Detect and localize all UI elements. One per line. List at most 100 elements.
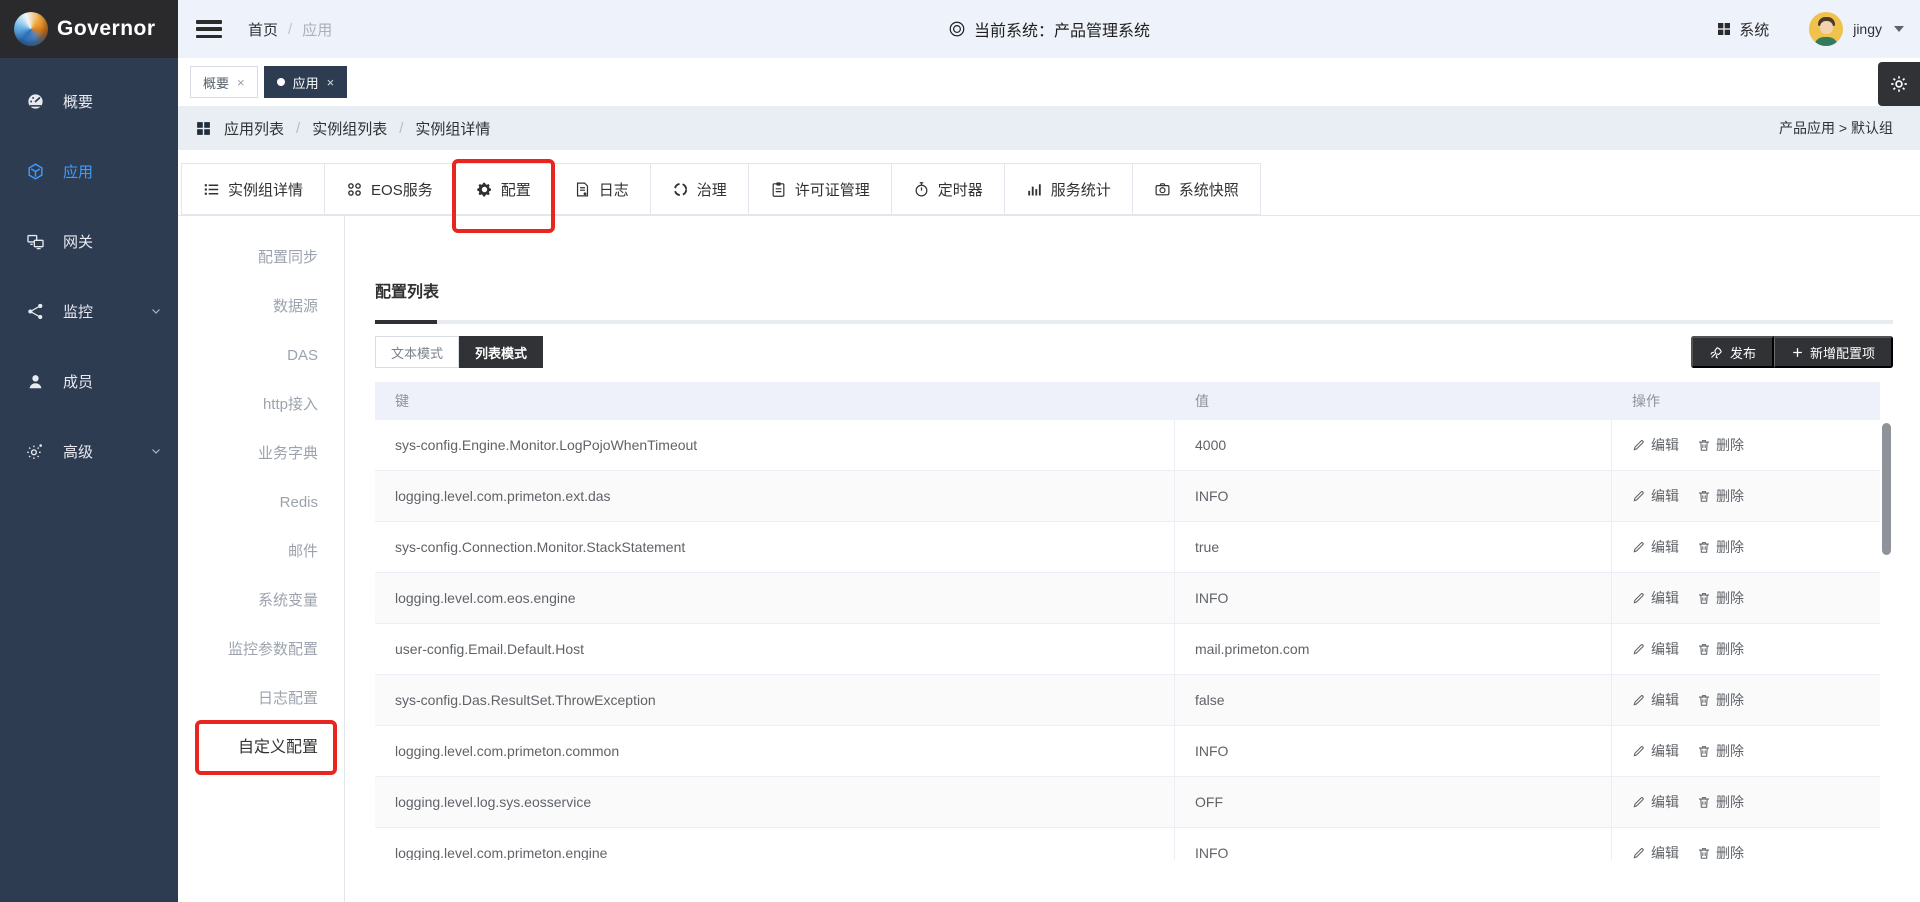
list-mode-button[interactable]: 列表模式 xyxy=(459,336,543,368)
close-icon[interactable]: × xyxy=(237,75,245,90)
table-row: logging.level.log.sys.eosservice OFF 编辑 xyxy=(375,777,1880,828)
delete-button[interactable]: 删除 xyxy=(1697,588,1744,608)
row-actions-cell: 编辑 删除 xyxy=(1612,726,1880,776)
breadcrumb-instance-group-list[interactable]: 实例组列表 xyxy=(312,118,387,139)
tab-logs[interactable]: 日志 xyxy=(553,163,651,215)
delete-button[interactable]: 删除 xyxy=(1697,537,1744,557)
subnav-item-monitor-params[interactable]: 监控参数配置 xyxy=(178,625,344,674)
edit-button[interactable]: 编辑 xyxy=(1632,435,1679,455)
column-header-key: 键 xyxy=(375,391,1175,411)
row-actions-cell: 编辑 删除 xyxy=(1612,828,1880,860)
hamburger-menu-icon[interactable] xyxy=(196,20,222,38)
tab-label: 服务统计 xyxy=(1051,179,1111,200)
config-value-cell: INFO xyxy=(1175,471,1612,521)
trash-icon xyxy=(1697,693,1711,707)
tab-license-management[interactable]: 许可证管理 xyxy=(749,163,892,215)
subnav-item-config-sync[interactable]: 配置同步 xyxy=(178,233,344,282)
config-key-cell: sys-config.Engine.Monitor.LogPojoWhenTim… xyxy=(375,420,1175,470)
sidebar-item-label: 概要 xyxy=(63,91,93,112)
edit-button[interactable]: 编辑 xyxy=(1632,690,1679,710)
tab-instance-group-detail[interactable]: 实例组详情 xyxy=(181,163,325,215)
advanced-gear-icon xyxy=(26,442,45,461)
sidebar-item-monitoring[interactable]: 监控 xyxy=(0,276,178,346)
current-system-indicator: 当前系统：产品管理系统 xyxy=(948,17,1150,41)
tab-chip-label: 概要 xyxy=(203,73,229,92)
config-key-cell: sys-config.Connection.Monitor.StackState… xyxy=(375,522,1175,572)
tab-chip-applications[interactable]: 应用 × xyxy=(264,66,348,98)
delete-button[interactable]: 删除 xyxy=(1697,435,1744,455)
app-logo[interactable]: Governor xyxy=(0,0,178,58)
subnav-item-http-access[interactable]: http接入 xyxy=(178,380,344,429)
eye-target-icon xyxy=(948,20,966,38)
subnav-item-log-config[interactable]: 日志配置 xyxy=(178,674,344,723)
edit-button[interactable]: 编辑 xyxy=(1632,486,1679,506)
tab-label: 治理 xyxy=(697,179,727,200)
top-bar-content: 首页 / 应用 当前系统：产品管理系统 系统 xyxy=(178,0,1920,58)
config-key-cell: logging.level.com.primeton.common xyxy=(375,726,1175,776)
subnav-item-redis[interactable]: Redis xyxy=(178,478,344,527)
sidebar-item-gateway[interactable]: 网关 xyxy=(0,206,178,276)
edit-button[interactable]: 编辑 xyxy=(1632,639,1679,659)
tab-eos-services[interactable]: EOS服务 xyxy=(325,163,455,215)
tab-service-statistics[interactable]: 服务统计 xyxy=(1005,163,1133,215)
system-menu-button[interactable]: 系统 xyxy=(1716,19,1769,40)
edit-pencil-icon xyxy=(1632,540,1646,554)
text-mode-button[interactable]: 文本模式 xyxy=(375,336,459,368)
product-context-label: 产品应用 > 默认组 xyxy=(1779,118,1893,138)
scrollbar-thumb[interactable] xyxy=(1882,423,1891,555)
top-right-controls: 系统 jingy xyxy=(1716,12,1904,46)
gateway-icon xyxy=(26,232,45,251)
tab-system-snapshot[interactable]: 系统快照 xyxy=(1133,163,1261,215)
username-label: jingy xyxy=(1853,21,1882,37)
bar-chart-icon xyxy=(1026,181,1043,198)
subnav-item-datasource[interactable]: 数据源 xyxy=(178,282,344,331)
sidebar-item-advanced[interactable]: 高级 xyxy=(0,416,178,486)
user-menu-caret-icon[interactable] xyxy=(1894,26,1904,32)
tab-configuration[interactable]: 配置 xyxy=(455,163,553,215)
config-value-cell: 4000 xyxy=(1175,420,1612,470)
tab-governance[interactable]: 治理 xyxy=(651,163,749,215)
config-value-cell: INFO xyxy=(1175,726,1612,776)
config-key-cell: logging.level.com.eos.engine xyxy=(375,573,1175,623)
table-scrollbar[interactable] xyxy=(1880,420,1893,860)
publish-button[interactable]: 发布 xyxy=(1691,336,1774,368)
top-breadcrumb: 首页 / 应用 xyxy=(248,19,332,40)
user-avatar[interactable] xyxy=(1809,12,1843,46)
delete-button[interactable]: 删除 xyxy=(1697,843,1744,860)
add-config-item-button[interactable]: 新增配置项 xyxy=(1774,336,1893,368)
config-value-cell: OFF xyxy=(1175,777,1612,827)
table-row: logging.level.com.primeton.engine INFO 编… xyxy=(375,828,1880,860)
edit-button[interactable]: 编辑 xyxy=(1632,741,1679,761)
sidebar-item-label: 成员 xyxy=(63,371,93,392)
tab-chip-overview[interactable]: 概要 × xyxy=(190,66,258,98)
tab-timers[interactable]: 定时器 xyxy=(892,163,1005,215)
delete-button[interactable]: 删除 xyxy=(1697,639,1744,659)
sidebar-item-overview[interactable]: 概要 xyxy=(0,66,178,136)
tab-label: EOS服务 xyxy=(371,179,433,200)
delete-button[interactable]: 删除 xyxy=(1697,486,1744,506)
settings-gear-button[interactable] xyxy=(1878,62,1920,106)
edit-button[interactable]: 编辑 xyxy=(1632,843,1679,860)
subnav-item-email[interactable]: 邮件 xyxy=(178,527,344,576)
edit-button[interactable]: 编辑 xyxy=(1632,537,1679,557)
column-header-value: 值 xyxy=(1175,391,1612,411)
rocket-icon xyxy=(1709,345,1724,360)
sidebar-item-members[interactable]: 成员 xyxy=(0,346,178,416)
subnav-item-das[interactable]: DAS xyxy=(178,331,344,380)
delete-button[interactable]: 删除 xyxy=(1697,792,1744,812)
breadcrumb-app-list[interactable]: 应用列表 xyxy=(224,118,284,139)
top-bar: Governor 首页 / 应用 当前系统：产品管理系统 xyxy=(0,0,1920,58)
edit-button[interactable]: 编辑 xyxy=(1632,588,1679,608)
delete-button[interactable]: 删除 xyxy=(1697,690,1744,710)
subnav-item-custom-config[interactable]: 自定义配置 xyxy=(178,723,344,772)
close-icon[interactable]: × xyxy=(327,75,335,90)
row-actions-cell: 编辑 删除 xyxy=(1612,675,1880,725)
edit-button[interactable]: 编辑 xyxy=(1632,792,1679,812)
delete-button[interactable]: 删除 xyxy=(1697,741,1744,761)
subnav-item-business-dictionary[interactable]: 业务字典 xyxy=(178,429,344,478)
subnav-item-system-variables[interactable]: 系统变量 xyxy=(178,576,344,625)
sidebar-item-applications[interactable]: 应用 xyxy=(0,136,178,206)
tab-label: 实例组详情 xyxy=(228,179,303,200)
breadcrumb-home[interactable]: 首页 xyxy=(248,19,278,40)
breadcrumb-separator: / xyxy=(296,120,300,137)
